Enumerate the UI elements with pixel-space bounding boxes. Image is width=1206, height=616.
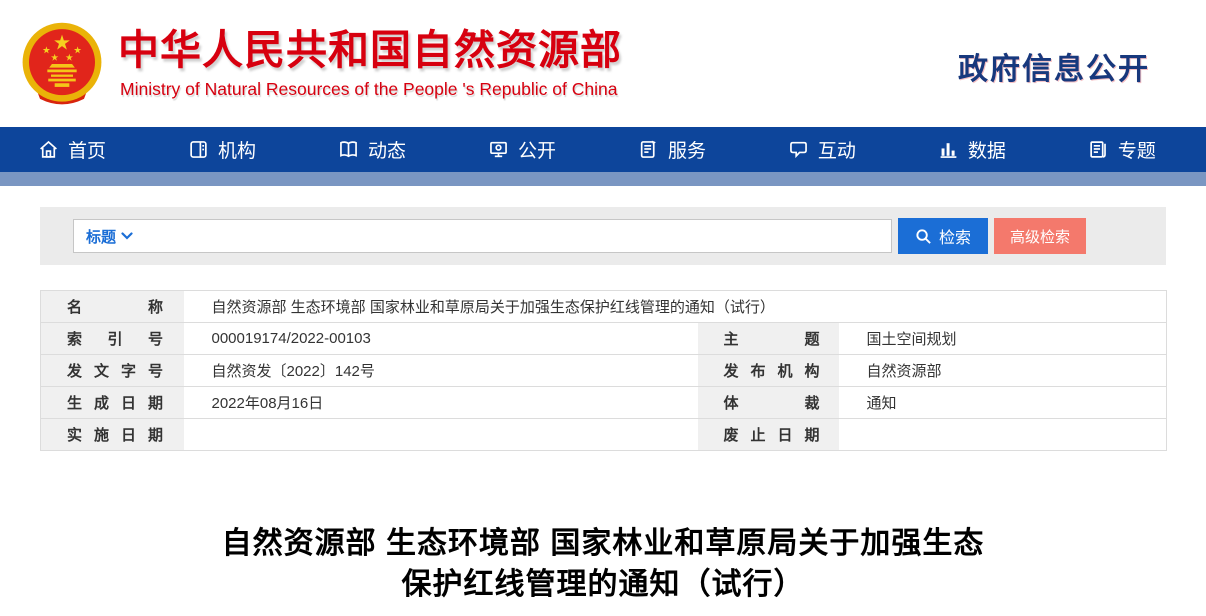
data-icon [940, 143, 957, 158]
meta-label-repeal-date: 废止日期 [697, 418, 839, 451]
national-emblem-icon [22, 22, 102, 104]
meta-label-genre: 体裁 [697, 386, 839, 419]
home-icon [40, 140, 57, 158]
meta-label-name: 名称 [40, 290, 184, 323]
meta-label-index-number: 索引号 [40, 322, 184, 355]
document-title-line1: 自然资源部 生态环境部 国家林业和草原局关于加强生态 [221, 527, 985, 560]
topic-icon [1090, 141, 1106, 158]
site-subtitle: Ministry of Natural Resources of the Peo… [120, 79, 618, 100]
interaction-icon [790, 141, 807, 159]
site-title: 中华人民共和国自然资源部 [118, 26, 622, 73]
document-meta-table: 名称 自然资源部 生态环境部 国家林业和草原局关于加强生态保护红线管理的通知（试… [40, 290, 1167, 451]
search-box: 标题 [73, 219, 892, 253]
meta-value-repeal-date [838, 418, 1167, 451]
advanced-search-button[interactable]: 高级检索 [994, 218, 1086, 254]
meta-value-index-number: 000019174/2022-00103 [183, 322, 698, 355]
nav-item-data[interactable]: 数据 [938, 136, 1006, 163]
search-field-selector[interactable]: 标题 [86, 226, 133, 247]
service-icon [640, 140, 656, 158]
table-row: 名称 自然资源部 生态环境部 国家林业和草原局关于加强生态保护红线管理的通知（试… [40, 290, 1167, 323]
document-title-line2: 保护红线管理的通知（试行） [401, 568, 805, 601]
search-icon [916, 228, 931, 244]
meta-value-create-date: 2022年08月16日 [183, 386, 698, 419]
table-row: 索引号 000019174/2022-00103 主题 国土空间规划 [40, 322, 1167, 355]
brand: 中华人民共和国自然资源部 Ministry of Natural Resourc… [18, 18, 622, 110]
nav-label: 机构 [217, 141, 256, 162]
document-title: 自然资源部 生态环境部 国家林业和草原局关于加强生态 保护红线管理的通知（试行） [40, 523, 1166, 605]
section-title: 政府信息公开 [958, 52, 1150, 86]
nav-item-interaction[interactable]: 互动 [788, 136, 856, 163]
meta-label-issuing-agency: 发布机构 [697, 354, 839, 387]
chevron-down-icon [121, 232, 133, 240]
nav-item-news[interactable]: 动态 [338, 136, 406, 163]
news-icon [340, 141, 357, 158]
meta-value-doc-number: 自然资发〔2022〕142号 [183, 354, 698, 387]
table-row: 发文字号 自然资发〔2022〕142号 发布机构 自然资源部 [40, 354, 1167, 387]
search-input[interactable] [141, 220, 879, 252]
search-button-label: 检索 [938, 230, 971, 247]
meta-value-genre: 通知 [838, 386, 1167, 419]
nav-label: 公开 [517, 141, 556, 162]
nav-item-disclosure[interactable]: 公开 [488, 136, 556, 163]
meta-label-doc-number: 发文字号 [40, 354, 184, 387]
nav-item-service[interactable]: 服务 [638, 136, 706, 163]
meta-label-subject: 主题 [697, 322, 839, 355]
site-header: 中华人民共和国自然资源部 Ministry of Natural Resourc… [0, 0, 1206, 127]
meta-label-create-date: 生成日期 [40, 386, 184, 419]
advanced-search-label: 高级检索 [1009, 228, 1070, 246]
nav-label: 首页 [68, 141, 107, 162]
meta-value-subject: 国土空间规划 [838, 322, 1167, 355]
nav-label: 动态 [367, 141, 406, 162]
nav-label: 服务 [667, 141, 706, 162]
organization-icon [190, 141, 207, 158]
disclosure-icon [490, 141, 507, 158]
table-row: 生成日期 2022年08月16日 体裁 通知 [40, 386, 1167, 419]
nav-item-topic[interactable]: 专题 [1088, 136, 1156, 163]
nav-label: 专题 [1117, 141, 1156, 162]
meta-value-name: 自然资源部 生态环境部 国家林业和草原局关于加强生态保护红线管理的通知（试行） [183, 290, 1167, 323]
main-nav: 首页 机构 动态 公开 服务 互动 数据 专题 [0, 127, 1206, 172]
nav-item-home[interactable]: 首页 [38, 136, 106, 163]
search-button[interactable]: 检索 [898, 218, 988, 254]
meta-value-issuing-agency: 自然资源部 [838, 354, 1167, 387]
table-row: 实施日期 废止日期 [40, 418, 1167, 451]
nav-accent-strip [0, 172, 1206, 186]
nav-item-organization[interactable]: 机构 [188, 136, 256, 163]
content-area: 标题 检索 高级检索 名称 自然资源部 生态环境部 国家林业和草原局关于加强生态… [40, 207, 1167, 605]
meta-value-effective-date [183, 418, 698, 451]
search-field-label: 标题 [86, 228, 117, 246]
nav-label: 数据 [967, 141, 1006, 162]
nav-label: 互动 [817, 141, 856, 162]
search-panel: 标题 检索 高级检索 [40, 207, 1166, 265]
meta-label-effective-date: 实施日期 [40, 418, 184, 451]
